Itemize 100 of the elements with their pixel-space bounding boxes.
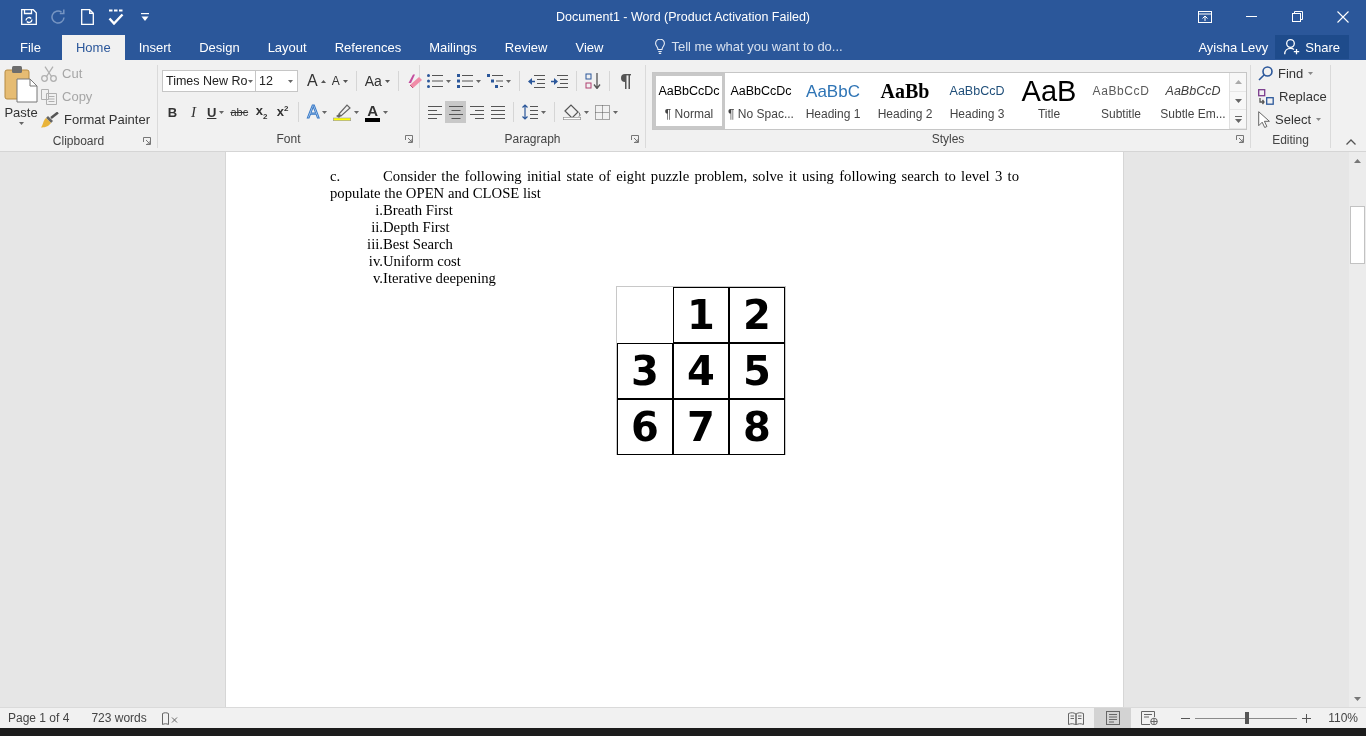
- dialog-launcher-button[interactable]: [405, 135, 413, 143]
- word-count[interactable]: 723 words: [91, 711, 147, 725]
- list-item-text: Depth First: [383, 219, 450, 236]
- paste-clipboard-icon: [4, 65, 38, 103]
- read-mode-icon: [1067, 711, 1084, 725]
- paste-button[interactable]: Paste: [4, 62, 38, 132]
- scroll-thumb[interactable]: [1350, 206, 1365, 264]
- copy-icon: [41, 88, 57, 105]
- ribbon-tab[interactable]: View: [561, 35, 618, 60]
- style-option[interactable]: AaBbCcDc ¶ Normal: [653, 73, 725, 129]
- puzzle-tile: 8: [729, 399, 785, 455]
- scissors-icon: [41, 65, 57, 82]
- zoom-thumb[interactable]: [1245, 712, 1250, 724]
- dialog-launcher-icon: [143, 137, 151, 145]
- italic-button[interactable]: I: [183, 101, 204, 123]
- subscript-button[interactable]: x$_{2}$: [251, 101, 273, 123]
- ribbon-tab[interactable]: Insert: [124, 35, 186, 60]
- group-label: Editing: [1272, 133, 1309, 147]
- line-spacing-icon: [522, 104, 538, 120]
- proofing-button[interactable]: [161, 711, 178, 725]
- superscript-button[interactable]: x$^{2}$: [272, 101, 294, 123]
- group-label: Paragraph: [504, 132, 561, 146]
- print-layout-button[interactable]: [1094, 708, 1132, 728]
- caret-icon: [541, 110, 546, 114]
- vertical-scrollbar[interactable]: [1349, 152, 1366, 707]
- select-button[interactable]: Select: [1255, 108, 1330, 131]
- puzzle-tile: 7: [673, 399, 729, 455]
- list-number: iii.: [366, 236, 383, 253]
- multilevel-list-icon: [487, 74, 503, 88]
- font-size-field[interactable]: 12: [256, 70, 298, 92]
- shrink-font-button[interactable]: A: [328, 70, 351, 92]
- close-icon: [1337, 10, 1349, 23]
- ribbon-tab[interactable]: Home: [61, 35, 125, 60]
- replace-icon: [1258, 88, 1274, 105]
- pilcrow-icon: [620, 73, 631, 89]
- ribbon-tab[interactable]: Design: [185, 35, 254, 60]
- ribbon-tab[interactable]: References: [320, 35, 416, 60]
- replace-button[interactable]: Replace: [1255, 85, 1330, 108]
- caret-icon: [219, 110, 225, 114]
- caret-icon: [1316, 118, 1322, 121]
- borders-icon: [595, 104, 610, 120]
- caret-icon: [383, 110, 388, 114]
- sort-icon: [585, 73, 601, 89]
- caret-icon: [288, 79, 293, 83]
- list-item-text: Best Search: [383, 236, 453, 253]
- caret-icon: [584, 110, 589, 114]
- paint-bucket-icon: [563, 104, 581, 120]
- share-button[interactable]: Share: [1275, 35, 1349, 59]
- caret-icon: [1308, 72, 1314, 75]
- gallery-down-icon: [1234, 98, 1242, 103]
- list-number: i.: [374, 202, 383, 219]
- spelling-check-icon: [108, 8, 124, 25]
- puzzle-tile: 5: [729, 343, 785, 399]
- font-family-field[interactable]: Times New Ro: [162, 70, 256, 92]
- search-icon: [1258, 66, 1273, 81]
- tell-me-field[interactable]: Tell me what you want to do...: [671, 39, 857, 54]
- decrease-indent-icon: [528, 74, 545, 88]
- group-label: Clipboard: [52, 134, 105, 148]
- caret-icon: [476, 79, 481, 83]
- dialog-launcher-button[interactable]: [143, 137, 151, 145]
- gallery-more-button[interactable]: [1230, 110, 1246, 129]
- zoom-level-button[interactable]: 110%: [1314, 711, 1366, 725]
- ribbon-display-icon: [1198, 10, 1212, 23]
- change-case-button[interactable]: Aa: [361, 70, 393, 92]
- find-button[interactable]: Find: [1255, 62, 1330, 85]
- pointer-icon: [1258, 111, 1270, 128]
- window-title: Document1 - Word (Product Activation Failed): [555, 9, 810, 24]
- highlighter-icon: [333, 103, 352, 121]
- ribbon-tab[interactable]: Review: [490, 35, 562, 60]
- caret-icon: [354, 110, 360, 114]
- ribbon-tab[interactable]: Mailings: [415, 35, 491, 60]
- grow-font-button[interactable]: A: [304, 70, 329, 92]
- format-painter-button[interactable]: Format Painter: [38, 108, 153, 131]
- collapse-ribbon-button[interactable]: [1344, 137, 1358, 147]
- dialog-launcher-button[interactable]: [631, 135, 639, 143]
- caret-icon: [18, 122, 24, 125]
- page-count[interactable]: Page 1 of 4: [8, 711, 70, 725]
- list-number: iv.: [367, 253, 383, 270]
- dialog-launcher-button[interactable]: [1236, 135, 1244, 143]
- list-number: ii.: [370, 219, 383, 236]
- caret-icon: [384, 79, 390, 83]
- group-label: Styles: [931, 132, 965, 146]
- list-item-text: Breath First: [383, 202, 453, 219]
- eraser-icon: [406, 73, 424, 89]
- bold-button[interactable]: B: [162, 101, 183, 123]
- align-center-icon: [448, 105, 463, 119]
- strikethrough-button[interactable]: abc: [227, 101, 252, 123]
- user-name[interactable]: Ayisha Levy: [1192, 35, 1275, 60]
- puzzle-tile: 2: [729, 287, 785, 343]
- lightbulb-icon: [655, 39, 666, 54]
- ribbon-tab[interactable]: Layout: [253, 35, 321, 60]
- font-color-button[interactable]: A: [362, 101, 391, 123]
- puzzle-tile: 1: [673, 287, 729, 343]
- caret-icon: [613, 110, 618, 114]
- align-right-icon: [469, 105, 484, 119]
- ribbon-tab[interactable]: File: [0, 35, 62, 60]
- alignment-button[interactable]: [445, 101, 466, 123]
- underline-button[interactable]: U: [204, 101, 228, 123]
- scroll-down-arrow-icon: [1354, 696, 1361, 701]
- down-caret-icon: [342, 79, 348, 83]
